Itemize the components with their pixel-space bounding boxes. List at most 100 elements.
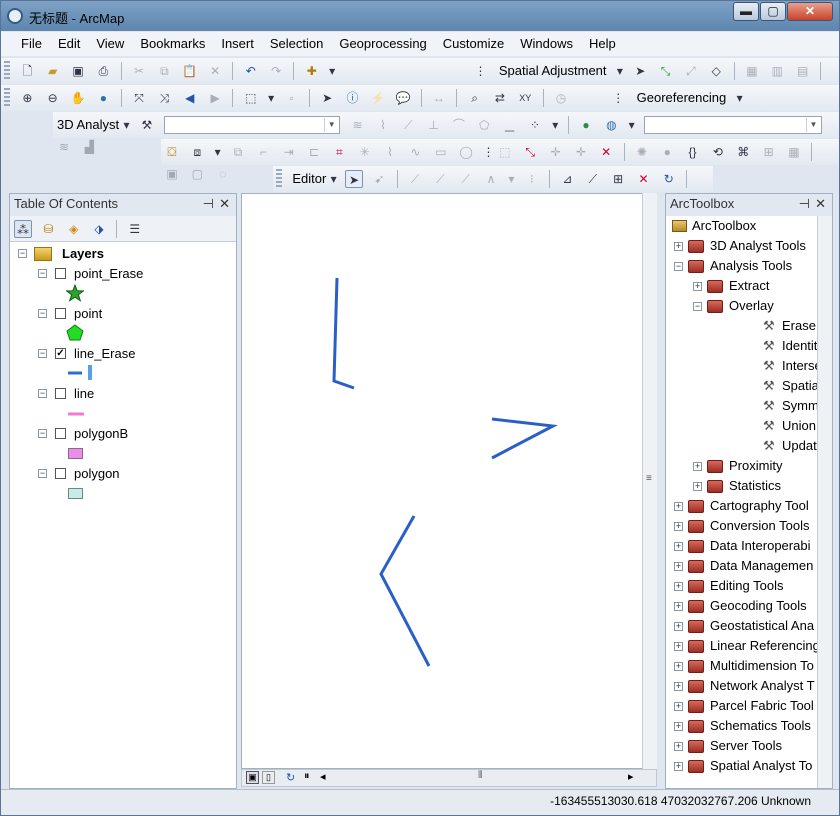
edge-match-icon[interactable]: ⊞ [760, 143, 778, 161]
table-tool-icon[interactable]: ▦ [785, 143, 803, 161]
expand-icon[interactable]: + [674, 502, 683, 511]
expand-icon[interactable]: + [674, 722, 683, 731]
layer-item[interactable]: − polygon [38, 464, 228, 484]
redo-icon[interactable]: ↷ [267, 62, 285, 80]
fillet-icon[interactable]: ⌐ [254, 143, 272, 161]
cut-icon[interactable]: ✂ [130, 62, 148, 80]
extend-icon[interactable]: ⇥ [280, 143, 298, 161]
find-route-icon[interactable]: ⇄ [491, 89, 509, 107]
fixed-zoom-in-icon[interactable]: ⤧ [130, 89, 148, 107]
layers-root[interactable]: − Layers [18, 244, 218, 264]
toolbox-item[interactable]: + Multidimension To [666, 656, 816, 676]
map-vertical-scrollbar[interactable]: ≡ [642, 193, 657, 769]
arcscene-globe-icon[interactable]: ● [577, 116, 595, 134]
multi-link-icon[interactable]: ✛ [572, 143, 590, 161]
expand-icon[interactable]: + [674, 702, 683, 711]
expand-icon[interactable]: + [674, 522, 683, 531]
interpolate-polygon-icon[interactable]: ⬠ [475, 116, 493, 134]
toolbox-vertical-scrollbar[interactable] [817, 216, 832, 788]
arcglobe-icon[interactable]: ◍ [602, 116, 620, 134]
edit-tool-arrow-icon[interactable]: ➤ [345, 170, 363, 188]
layer-item[interactable]: − ✓ line_Erase [38, 344, 228, 364]
identify-icon[interactable]: ⓘ [344, 89, 362, 107]
menu-customize[interactable]: Customize [435, 32, 512, 56]
scroll-right-icon[interactable]: ▸ [628, 770, 634, 783]
rectangle-icon[interactable]: ▭ [432, 143, 450, 161]
menu-help[interactable]: Help [581, 32, 624, 56]
layer-item[interactable]: − line [38, 384, 228, 404]
print-icon[interactable]: ⎙ [94, 62, 112, 80]
menu-file[interactable]: File [13, 32, 50, 56]
sphere-icon[interactable]: ● [658, 143, 676, 161]
editor-menu[interactable]: Editor [292, 170, 326, 188]
list-by-drawing-order-icon[interactable]: ⁂ [14, 220, 32, 238]
histogram-icon[interactable]: ▟ [80, 138, 98, 156]
point-dropdown-icon[interactable]: ▾ [507, 170, 515, 188]
go-to-xy-icon[interactable]: XY [516, 89, 534, 107]
full-extent-globe-icon[interactable]: ● [94, 89, 112, 107]
delete-icon[interactable]: ✕ [206, 62, 224, 80]
toolbox-item[interactable]: +3D Analyst Tools [666, 236, 816, 256]
new-link-icon[interactable]: ⤡ [521, 143, 539, 161]
expand-icon[interactable]: + [674, 682, 683, 691]
toolbox-item[interactable]: + Data Managemen [666, 556, 816, 576]
add-data-dropdown-icon[interactable]: ▾ [328, 62, 336, 80]
zoom-in-icon[interactable]: ⊕ [18, 89, 36, 107]
advanced-edit-icon[interactable]: ⧈ [188, 143, 206, 161]
collapse-icon[interactable]: − [18, 249, 27, 258]
3d-analyst-menu[interactable]: 3D Analyst [57, 116, 119, 134]
menu-selection[interactable]: Selection [262, 32, 331, 56]
toolbox-item[interactable]: + Network Analyst T [666, 676, 816, 696]
surface-contour-icon[interactable]: ≋ [55, 138, 73, 156]
cut-polygons-icon[interactable]: ⊞ [609, 170, 627, 188]
replace-geometry-icon[interactable]: ⟲ [709, 143, 727, 161]
layer-item[interactable]: − polygonB [38, 424, 228, 444]
3d-layer-combo[interactable]: ▼ [164, 116, 341, 134]
toolbox-item[interactable]: + Spatial Analyst To [666, 756, 816, 776]
fixed-zoom-out-icon[interactable]: ⤨ [155, 89, 173, 107]
expand-icon[interactable]: + [674, 762, 683, 771]
toolbar-grip[interactable] [276, 169, 282, 189]
menu-geoprocessing[interactable]: Geoprocessing [331, 32, 434, 56]
new-displacement-link-icon[interactable]: ⤡ [657, 62, 675, 80]
red-pin-icon[interactable]: ✕ [597, 143, 615, 161]
reshape-icon[interactable]: ⟋ [584, 170, 602, 188]
list-by-selection-icon[interactable]: ⬗ [90, 220, 108, 238]
expand-icon[interactable]: + [674, 562, 683, 571]
spatial-adjust-a-icon[interactable]: ⬚ [496, 143, 514, 161]
hyperlink-icon[interactable]: ⚡ [369, 89, 387, 107]
toolbox-item[interactable]: − Analysis Tools [666, 256, 816, 276]
scrollbar-grip-icon[interactable]: ≡ [646, 473, 652, 484]
line-intersection-icon[interactable]: ⌗ [330, 143, 348, 161]
collapse-icon[interactable]: − [38, 349, 47, 358]
forward-arrow-icon[interactable]: ▶ [206, 89, 224, 107]
toolbox-tool-item[interactable]: ⚒ Intersect [666, 356, 832, 376]
toolbox-item[interactable]: + Conversion Tools [666, 516, 816, 536]
toolbox-item[interactable]: + Linear Referencing [666, 636, 820, 656]
layer-visibility-checkbox[interactable] [55, 388, 66, 399]
edit-annotation-icon[interactable]: ➹ [370, 170, 388, 188]
editor-dropdown-icon[interactable]: ▾ [330, 170, 338, 188]
steepest-path-icon[interactable]: ⌇ [374, 116, 392, 134]
menu-edit[interactable]: Edit [50, 32, 88, 56]
sketch-props-icon[interactable]: ⁝ [523, 170, 541, 188]
line-of-sight-icon[interactable]: ⟋ [399, 116, 417, 134]
copy-features-icon[interactable]: ⧉ [229, 143, 247, 161]
spatial-adjustment-dropdown-icon[interactable]: ▾ [616, 62, 624, 80]
generalize-icon[interactable]: ⌇ [381, 143, 399, 161]
profile-graph-icon[interactable]: ▁ [501, 116, 519, 134]
contour-icon[interactable]: ≋ [349, 116, 367, 134]
overlay-a-icon[interactable]: ▣ [163, 165, 181, 183]
toolbox-tool-item[interactable]: ⚒Spatial Join [666, 376, 832, 396]
modify-link-icon[interactable]: ⤢ [682, 62, 700, 80]
expand-icon[interactable]: + [674, 662, 683, 671]
close-button[interactable]: ✕ [787, 2, 833, 21]
explode-icon[interactable]: ✳ [356, 143, 374, 161]
layer-visibility-checkbox-checked[interactable]: ✓ [55, 348, 66, 359]
toolbox-item[interactable]: + Schematics Tools [666, 716, 816, 736]
collapse-icon[interactable]: − [693, 302, 702, 311]
expand-icon[interactable]: + [693, 482, 702, 491]
map-canvas[interactable] [241, 193, 657, 769]
overlay-b-icon[interactable]: ▢ [188, 165, 206, 183]
save-icon[interactable]: ▣ [69, 62, 87, 80]
